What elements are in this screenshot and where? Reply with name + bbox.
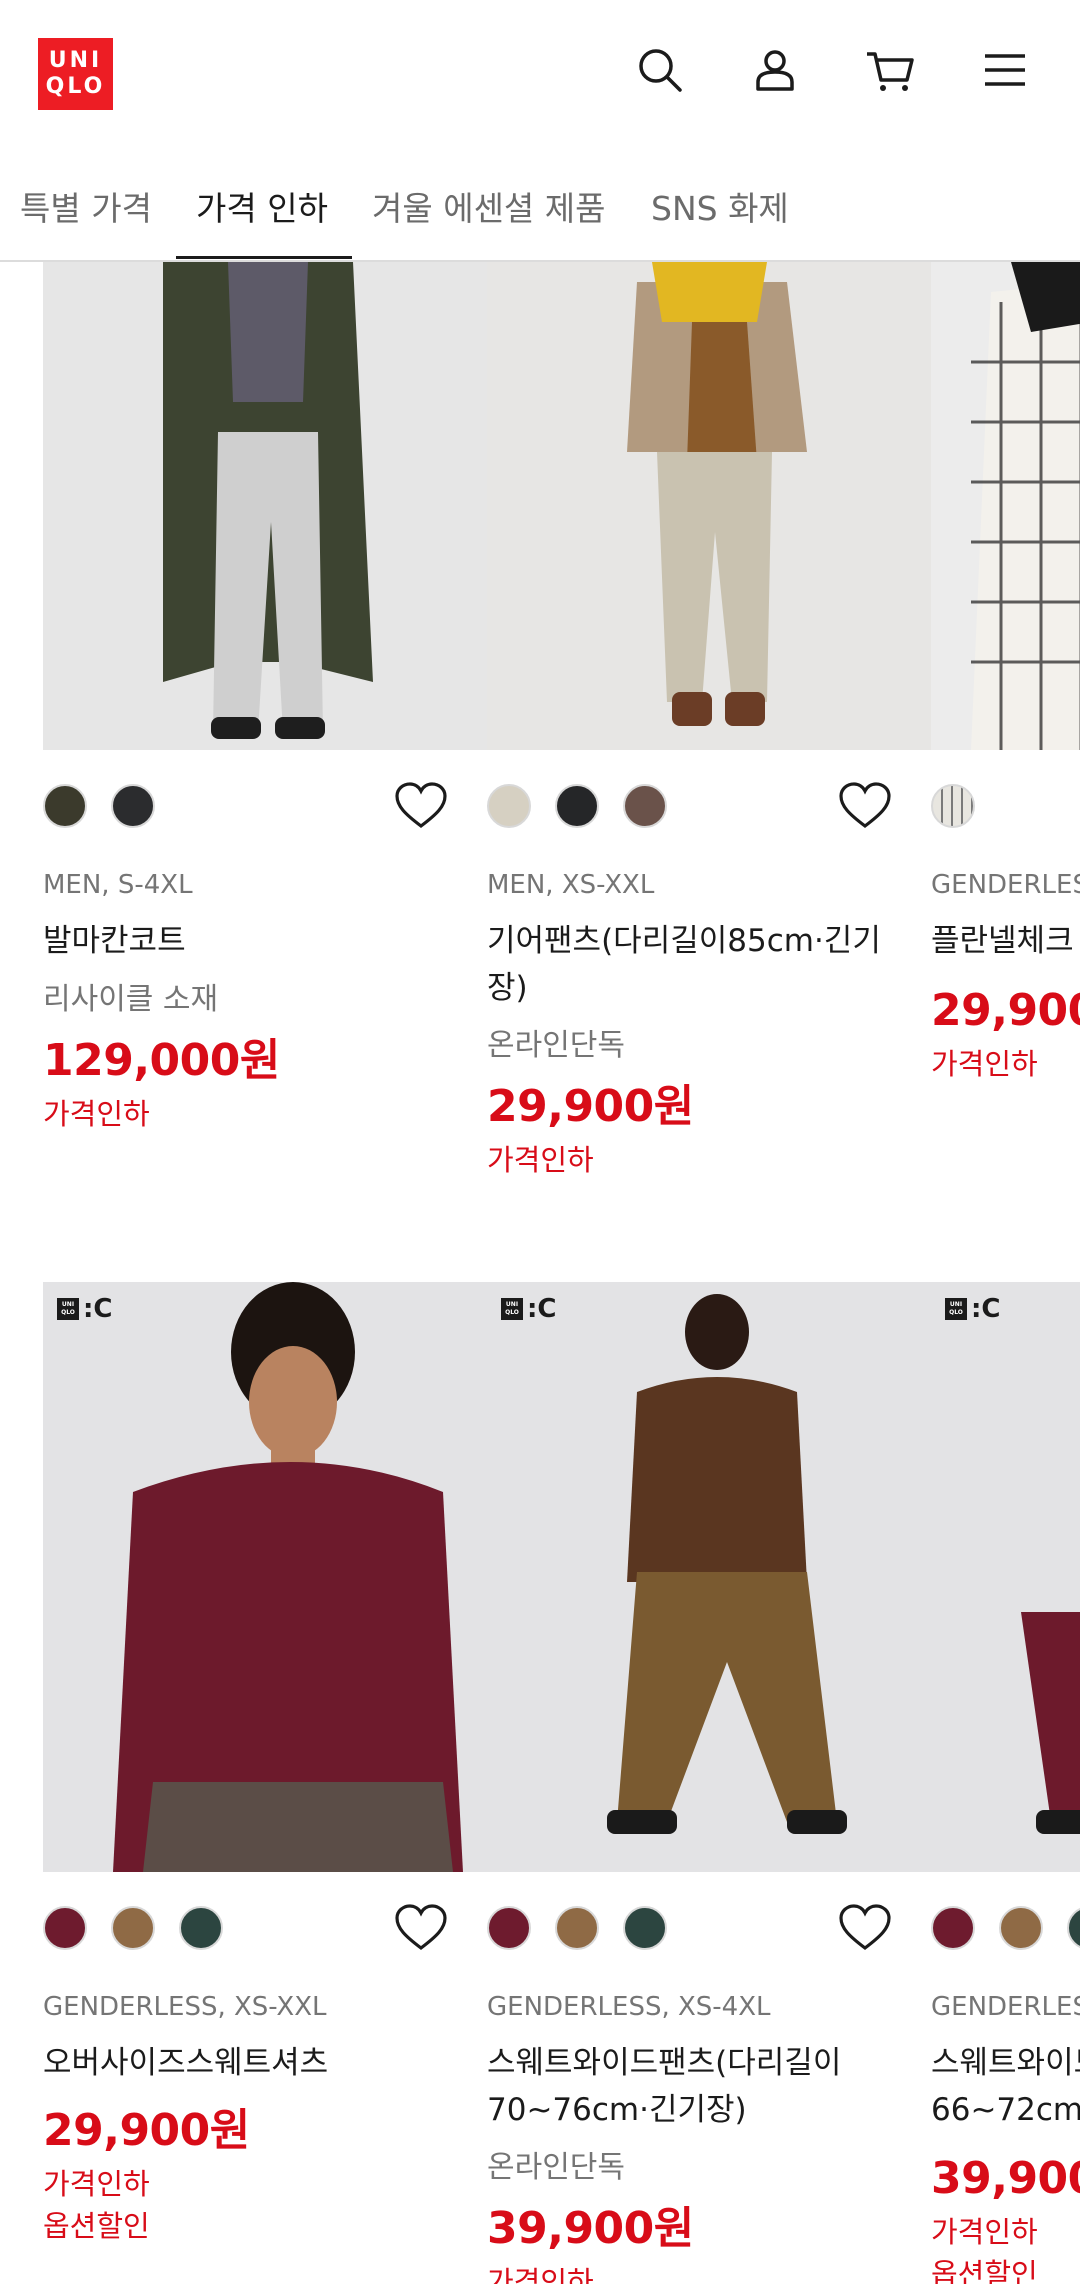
color-swatch[interactable] xyxy=(111,784,155,828)
product-image[interactable]: UNI QLO :C xyxy=(931,1282,1080,1872)
product-price: 39,900원 xyxy=(931,2153,1080,2204)
uniqlo-mini-logo-icon: UNI QLO xyxy=(57,1298,79,1320)
tab-price-down[interactable]: 가격 인하 xyxy=(196,150,328,262)
color-swatch[interactable] xyxy=(999,1906,1043,1950)
price-flag: 가격인하 xyxy=(43,2167,150,2201)
color-swatch[interactable] xyxy=(487,784,531,828)
product-image[interactable]: UNI QLO :C xyxy=(43,1282,487,1872)
price-flag: 가격인하 xyxy=(931,1047,1038,1081)
product-gender-size: GENDERLESS, XS-4XL xyxy=(487,1992,771,2022)
product-price: 29,900원 xyxy=(931,985,1080,1036)
product-name[interactable]: 오버사이즈스웨트셔츠 xyxy=(43,2040,463,2087)
color-swatches xyxy=(43,784,155,828)
color-swatch[interactable] xyxy=(179,1906,223,1950)
search-icon[interactable] xyxy=(630,40,690,100)
product-name[interactable]: 발마칸코트 xyxy=(43,918,463,965)
color-swatch[interactable] xyxy=(555,1906,599,1950)
color-swatch[interactable] xyxy=(43,784,87,828)
product-name[interactable]: 기어팬츠(다리길이85cm·긴기장) xyxy=(487,918,907,1012)
product-gender-size: MEN, XS-XXL xyxy=(487,870,655,900)
uniqlo-mini-logo-icon: UNI QLO xyxy=(501,1298,523,1320)
product-gender-size: GENDERLES xyxy=(931,870,1080,900)
color-swatch[interactable] xyxy=(623,1906,667,1950)
top-header: UNI QLO xyxy=(0,0,1080,150)
uniqlo-c-badge: UNI QLO :C xyxy=(945,1296,1000,1322)
menu-icon[interactable] xyxy=(975,40,1035,100)
product-price: 129,000원 xyxy=(43,1035,280,1086)
logo-line1: UNI xyxy=(48,48,103,73)
uniqlo-mini-logo-icon: UNI QLO xyxy=(945,1298,967,1320)
uniqlo-logo[interactable]: UNI QLO xyxy=(38,38,113,110)
product-name[interactable]: 스웨트와이드팬츠(다리길이70~76cm·긴기장) xyxy=(487,2040,907,2134)
account-icon[interactable] xyxy=(745,40,805,100)
tab-special-price[interactable]: 특별 가격 xyxy=(20,150,152,262)
product-price: 39,900원 xyxy=(487,2203,694,2254)
color-swatch[interactable] xyxy=(111,1906,155,1950)
product-image[interactable] xyxy=(43,262,487,750)
product-note: 온라인단독 xyxy=(487,2150,625,2185)
product-name[interactable]: 스웨트와이드팬츠(다리길이66~72cm) xyxy=(931,2040,1080,2134)
product-price: 29,900원 xyxy=(487,1081,694,1132)
color-swatch[interactable] xyxy=(487,1906,531,1950)
active-tab-indicator xyxy=(176,256,352,259)
price-flag: 가격인하 xyxy=(43,1097,150,1131)
product-gender-size: GENDERLESS, XS-XXL xyxy=(43,1992,327,2022)
favorite-heart-icon[interactable] xyxy=(393,780,449,832)
product-note: 리사이클 소재 xyxy=(43,982,219,1017)
product-gender-size: MEN, S-4XL xyxy=(43,870,193,900)
uniqlo-c-badge: UNI QLO :C xyxy=(57,1296,112,1322)
color-swatches xyxy=(487,1906,667,1950)
product-price: 29,900원 xyxy=(43,2105,250,2156)
color-swatches xyxy=(931,784,975,828)
color-swatch[interactable] xyxy=(931,784,975,828)
color-swatches xyxy=(43,1906,223,1950)
product-name[interactable]: 플란넬체크 xyxy=(931,918,1080,965)
uniqlo-c-mark: :C xyxy=(971,1294,1001,1324)
favorite-heart-icon[interactable] xyxy=(837,1902,893,1954)
price-flag: 가격인하 xyxy=(487,2265,594,2284)
tab-winter-essentials[interactable]: 겨울 에센셜 제품 xyxy=(372,150,606,262)
price-flag: 가격인하 xyxy=(931,2215,1038,2249)
color-swatches xyxy=(931,1906,1080,1950)
color-swatch[interactable] xyxy=(931,1906,975,1950)
cart-icon[interactable] xyxy=(860,40,920,100)
color-swatch[interactable] xyxy=(623,784,667,828)
color-swatches xyxy=(487,784,667,828)
uniqlo-c-mark: :C xyxy=(83,1294,113,1324)
color-swatch[interactable] xyxy=(555,784,599,828)
color-swatch[interactable] xyxy=(43,1906,87,1950)
category-tabs: 특별 가격 가격 인하 겨울 에센셜 제품 SNS 화제 xyxy=(0,150,1080,262)
favorite-heart-icon[interactable] xyxy=(837,780,893,832)
price-flag: 옵션할인 xyxy=(43,2209,150,2243)
uniqlo-c-badge: UNI QLO :C xyxy=(501,1296,556,1322)
tab-sns-trending[interactable]: SNS 화제 xyxy=(651,150,789,262)
logo-line2: QLO xyxy=(45,74,106,99)
uniqlo-c-mark: :C xyxy=(527,1294,557,1324)
product-image[interactable]: UNI QLO :C xyxy=(487,1282,931,1872)
price-flag: 옵션할인 xyxy=(931,2257,1038,2284)
product-image[interactable] xyxy=(487,262,931,750)
product-image[interactable] xyxy=(931,262,1080,750)
price-flag: 가격인하 xyxy=(487,1143,594,1177)
favorite-heart-icon[interactable] xyxy=(393,1902,449,1954)
product-note: 온라인단독 xyxy=(487,1028,625,1063)
color-swatch[interactable] xyxy=(1067,1906,1080,1950)
product-grid: MEN, S-4XL 발마칸코트 리사이클 소재 129,000원 가격인하 M… xyxy=(0,262,1080,2284)
product-gender-size: GENDERLES xyxy=(931,1992,1080,2022)
